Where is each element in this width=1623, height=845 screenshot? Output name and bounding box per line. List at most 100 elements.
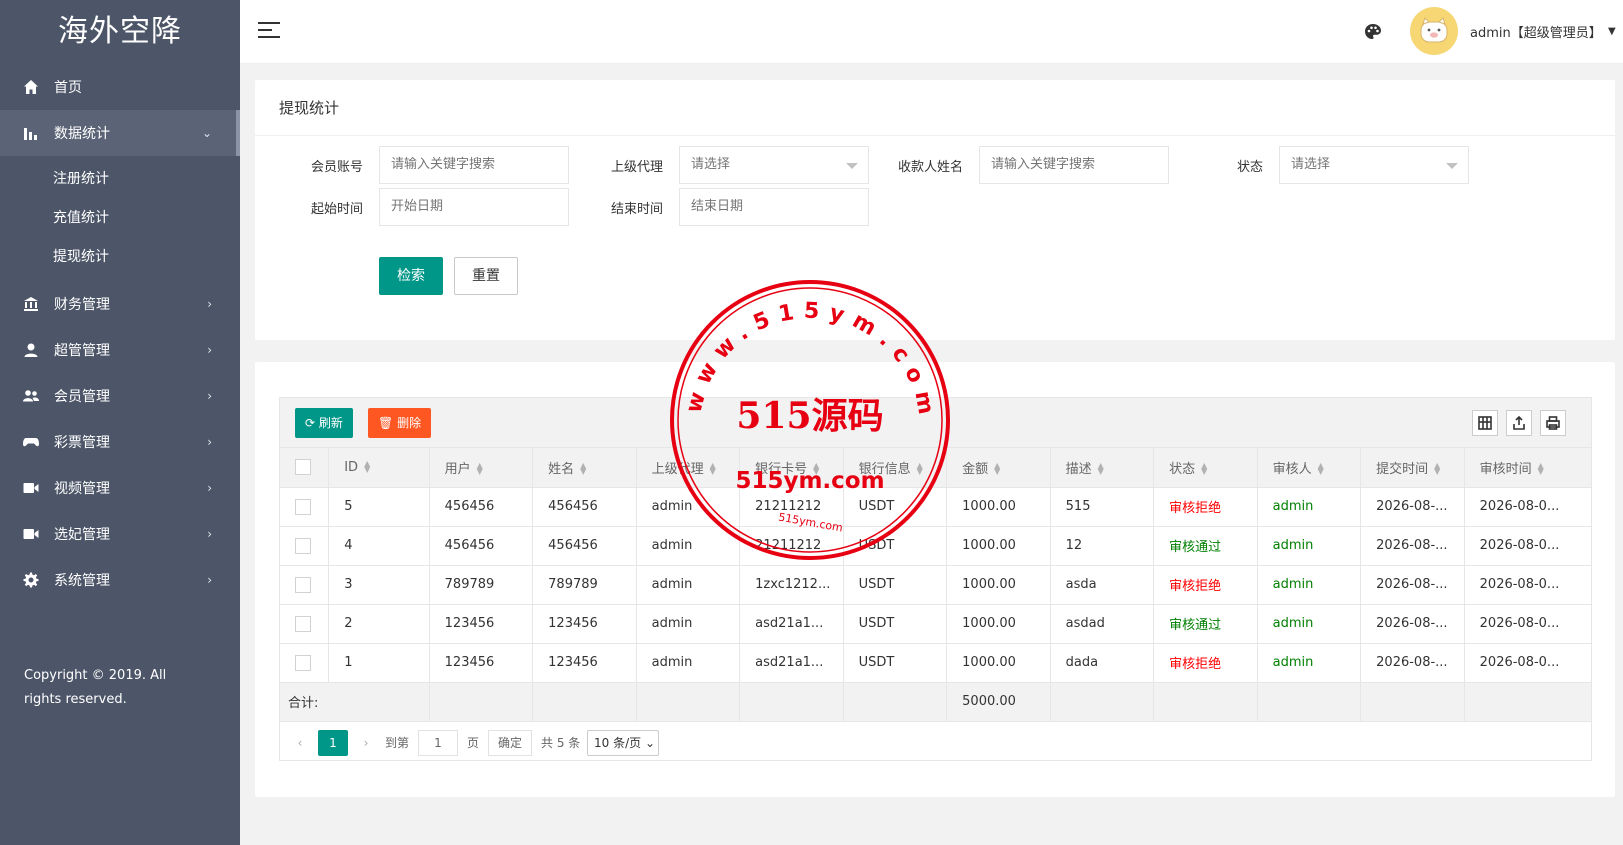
column-header-audit-time[interactable]: 审核时间 ▲ ▼ bbox=[1464, 448, 1591, 488]
sidebar-item-super-admin[interactable]: 超管管理 › bbox=[0, 327, 240, 373]
sort-icon[interactable]: ▲ ▼ bbox=[1201, 462, 1207, 476]
print-icon[interactable] bbox=[1540, 410, 1566, 436]
palette-icon[interactable] bbox=[1363, 22, 1383, 42]
row-checkbox[interactable] bbox=[295, 498, 311, 515]
sort-icon[interactable]: ▲ ▼ bbox=[994, 462, 1000, 476]
sort-icon[interactable]: ▲ ▼ bbox=[364, 460, 370, 474]
table-row[interactable]: 5 456456 456456 admin 21211212 USDT 1000… bbox=[280, 487, 1591, 527]
table-row[interactable]: 1 123456 123456 admin asd21a1... USDT 10… bbox=[280, 643, 1591, 683]
next-page-icon[interactable]: › bbox=[356, 730, 376, 756]
sort-icon[interactable]: ▲ ▼ bbox=[1318, 462, 1324, 476]
total-empty-cell bbox=[1464, 682, 1591, 722]
row-checkbox[interactable] bbox=[295, 576, 311, 593]
bar-chart-icon bbox=[22, 124, 40, 142]
cell-agent: admin bbox=[636, 565, 741, 605]
column-header-auditor[interactable]: 审核人 ▲ ▼ bbox=[1257, 448, 1362, 488]
column-header-agent[interactable]: 上级代理 ▲ ▼ bbox=[636, 448, 741, 488]
cell-id: 1 bbox=[328, 643, 430, 683]
search-button[interactable]: 检索 bbox=[379, 257, 443, 295]
delete-button[interactable]: 🗑 删除 bbox=[368, 408, 432, 438]
menu-toggle-icon[interactable] bbox=[258, 22, 280, 40]
payee-search-input[interactable]: 请输入关键字搜索 bbox=[979, 146, 1169, 184]
total-empty-cell bbox=[636, 682, 741, 722]
cell-id: 2 bbox=[328, 604, 430, 644]
cell-agent: admin bbox=[636, 604, 741, 644]
sidebar-subitem-withdraw-stats[interactable]: 提现统计 bbox=[0, 238, 240, 277]
row-checkbox[interactable] bbox=[295, 615, 311, 632]
row-checkbox[interactable] bbox=[295, 537, 311, 554]
cell-user: 123456 bbox=[429, 604, 534, 644]
sidebar-item-members[interactable]: 会员管理 › bbox=[0, 373, 240, 419]
sort-icon[interactable]: ▲ ▼ bbox=[1538, 462, 1544, 476]
trash-icon: 🗑 bbox=[378, 416, 394, 430]
chevron-down-icon: ⌄ bbox=[644, 735, 656, 750]
table-row[interactable]: 2 123456 123456 admin asd21a1... USDT 10… bbox=[280, 604, 1591, 644]
sort-icon[interactable]: ▲ ▼ bbox=[813, 462, 819, 476]
sort-icon[interactable]: ▲ ▼ bbox=[1098, 462, 1104, 476]
cell-name: 123456 bbox=[532, 604, 637, 644]
cell-user: 456456 bbox=[429, 487, 534, 527]
column-header-desc[interactable]: 描述 ▲ ▼ bbox=[1050, 448, 1155, 488]
column-header-name[interactable]: 姓名 ▲ ▼ bbox=[532, 448, 637, 488]
cell-submit-time: 2026-08-... bbox=[1360, 604, 1465, 644]
sort-icon[interactable]: ▲ ▼ bbox=[710, 462, 716, 476]
column-header-id[interactable]: ID ▲ ▼ bbox=[328, 448, 430, 488]
sort-icon[interactable]: ▲ ▼ bbox=[917, 462, 923, 476]
table-row[interactable]: 3 789789 789789 admin 1zxc1212... USDT 1… bbox=[280, 565, 1591, 605]
goto-page-input[interactable]: 1 bbox=[418, 729, 458, 756]
export-icon[interactable] bbox=[1506, 410, 1532, 436]
sidebar-item-data-stats[interactable]: 数据统计 ⌄ bbox=[0, 110, 240, 156]
row-select-cell bbox=[280, 526, 330, 566]
chevron-right-icon: › bbox=[207, 527, 212, 541]
cell-amount: 1000.00 bbox=[946, 604, 1051, 644]
row-checkbox[interactable] bbox=[295, 654, 311, 671]
chevron-right-icon: › bbox=[207, 435, 212, 449]
column-header-label: 姓名 bbox=[548, 461, 575, 477]
column-header-bank[interactable]: 银行信息 ▲ ▼ bbox=[843, 448, 948, 488]
start-date-input[interactable]: 开始日期 bbox=[379, 188, 569, 226]
row-select-cell bbox=[280, 487, 330, 527]
status-label: 状态 bbox=[1236, 160, 1263, 175]
sort-icon[interactable]: ▲ ▼ bbox=[1434, 462, 1440, 476]
table-toolbar: ⟳ 刷新 🗑 删除 bbox=[280, 398, 1591, 448]
total-empty-cell bbox=[429, 682, 534, 722]
member-search-input[interactable]: 请输入关键字搜索 bbox=[379, 146, 569, 184]
end-date-input[interactable]: 结束日期 bbox=[679, 188, 869, 226]
column-header-card[interactable]: 银行卡号 ▲ ▼ bbox=[739, 448, 844, 488]
cell-auditor: admin bbox=[1257, 487, 1362, 527]
sidebar-item-video[interactable]: 视频管理 › bbox=[0, 465, 240, 511]
sidebar-item-home[interactable]: 首页 bbox=[0, 64, 240, 110]
sidebar-item-lottery[interactable]: 彩票管理 › bbox=[0, 419, 240, 465]
column-header-user[interactable]: 用户 ▲ ▼ bbox=[429, 448, 534, 488]
column-header-amount[interactable]: 金额 ▲ ▼ bbox=[946, 448, 1051, 488]
reset-button[interactable]: 重置 bbox=[454, 257, 518, 295]
sidebar-item-system[interactable]: 系统管理 › bbox=[0, 557, 240, 603]
status-select[interactable]: 请选择 bbox=[1279, 146, 1469, 184]
sidebar-subitem-register-stats[interactable]: 注册统计 bbox=[0, 160, 240, 199]
caret-down-icon[interactable]: ▼ bbox=[1608, 26, 1616, 37]
goto-label: 到第 bbox=[385, 735, 410, 750]
refresh-button[interactable]: ⟳ 刷新 bbox=[295, 408, 353, 438]
cell-auditor: admin bbox=[1257, 526, 1362, 566]
sidebar-item-label: 彩票管理 bbox=[54, 435, 110, 451]
sidebar-item-concubine[interactable]: 选妃管理 › bbox=[0, 511, 240, 557]
table-row[interactable]: 4 456456 456456 admin 21211212 USDT 1000… bbox=[280, 526, 1591, 566]
sidebar-item-finance[interactable]: 财务管理 › bbox=[0, 281, 240, 327]
agent-select[interactable]: 请选择 bbox=[679, 146, 869, 184]
cell-bank: USDT bbox=[843, 565, 948, 605]
column-header-label: 银行信息 bbox=[858, 461, 911, 477]
avatar[interactable] bbox=[1410, 7, 1458, 55]
select-all-checkbox[interactable] bbox=[295, 459, 311, 476]
sort-icon[interactable]: ▲ ▼ bbox=[477, 462, 483, 476]
user-name[interactable]: admin【超级管理员】 bbox=[1470, 22, 1602, 41]
column-header-status[interactable]: 状态 ▲ ▼ bbox=[1153, 448, 1258, 488]
columns-filter-icon[interactable] bbox=[1472, 410, 1498, 436]
column-header-label: 审核人 bbox=[1272, 461, 1312, 477]
goto-confirm-button[interactable]: 确定 bbox=[488, 729, 532, 756]
sidebar-subitem-recharge-stats[interactable]: 充值统计 bbox=[0, 199, 240, 238]
prev-page-icon[interactable]: ‹ bbox=[290, 730, 310, 756]
page-1[interactable]: 1 bbox=[318, 729, 348, 756]
sort-icon[interactable]: ▲ ▼ bbox=[580, 462, 586, 476]
column-header-submit-time[interactable]: 提交时间 ▲ ▼ bbox=[1360, 448, 1465, 488]
page-size-select[interactable]: 10 条/页 ⌄ bbox=[587, 729, 659, 756]
